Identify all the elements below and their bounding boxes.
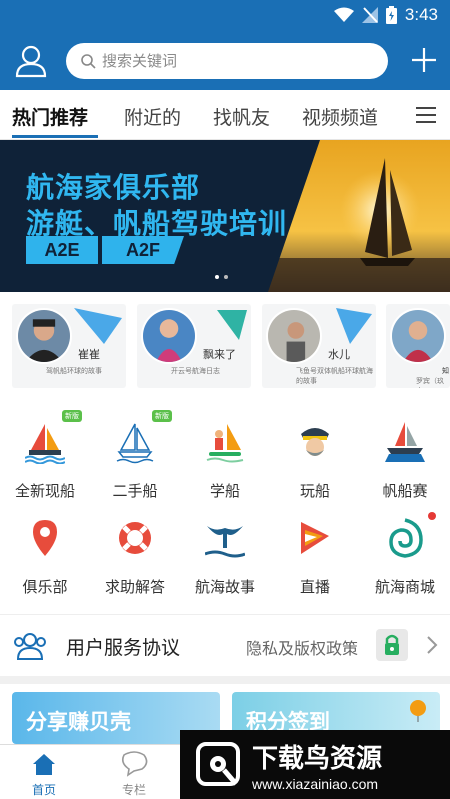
- user-profile-icon[interactable]: [14, 44, 48, 78]
- grid-item-regatta[interactable]: 帆船赛: [360, 404, 450, 500]
- grid-label: 求助解答: [104, 578, 165, 596]
- grid-label: 二手船: [112, 482, 158, 500]
- captain-icon: [301, 428, 329, 456]
- users-icon: [14, 633, 46, 660]
- search-icon: [81, 54, 96, 69]
- active-tab-indicator: [12, 135, 98, 138]
- site-watermark: 下载鸟资源 www.xiazainiao.com: [180, 730, 450, 799]
- search-bar[interactable]: [66, 43, 388, 79]
- new-badge: 新版: [62, 410, 82, 422]
- tab-find-sailors[interactable]: 找帆友: [213, 103, 270, 130]
- lock-badge: [376, 629, 408, 661]
- nav-label: 专栏: [121, 783, 146, 797]
- category-tabs: 热门推荐 附近的 找帆友 视频频道: [0, 90, 450, 140]
- story-desc: 罗宾（玖大: [416, 377, 444, 388]
- promo-banner[interactable]: 航海家俱乐部 游艇、帆船驾驶培训 A2E A2F: [0, 140, 450, 292]
- banner-title: 航海家俱乐部: [26, 171, 201, 204]
- clock: 3:43: [404, 5, 438, 24]
- decor-triangle-icon: [217, 310, 247, 340]
- grid-item-help[interactable]: 求助解答: [90, 500, 180, 596]
- watermark-url: www.xiazainiao.com: [252, 776, 379, 792]
- feature-grid: 新版 全新现船 新版 二手船 学船 玩船 帆船赛 俱乐部 求助解答 航海故事 直…: [0, 404, 450, 604]
- menu-icon[interactable]: [416, 106, 436, 124]
- shell-icon: [389, 518, 423, 558]
- sailboat-waves-icon: [25, 424, 65, 464]
- avatar: [390, 308, 446, 364]
- story-card[interactable]: 崔崔 驾帆船环球的故事: [12, 304, 126, 388]
- grid-item-live[interactable]: 直播: [270, 500, 360, 596]
- watermark-logo: [196, 742, 240, 786]
- avatar: [16, 308, 72, 364]
- sailboat-outline-icon: [116, 423, 154, 464]
- location-pin-icon: [33, 520, 57, 556]
- carousel-dots: [215, 275, 228, 279]
- grid-item-shop[interactable]: 航海商城: [360, 500, 450, 596]
- banner-tag-a2e: A2E: [26, 236, 98, 264]
- live-sail-icon: [301, 522, 329, 554]
- grid-item-club[interactable]: 俱乐部: [0, 500, 90, 596]
- story-author: 崔崔: [78, 348, 100, 361]
- avatar: [266, 308, 322, 364]
- chevron-right-icon[interactable]: [426, 635, 438, 655]
- chat-bubble-icon: [122, 751, 148, 777]
- story-author: 飘来了: [203, 348, 236, 361]
- lock-icon: [385, 634, 399, 655]
- grid-label: 俱乐部: [22, 578, 68, 596]
- story-card[interactable]: 知 罗宾（玖大: [386, 304, 450, 388]
- tab-video-channel[interactable]: 视频频道: [302, 103, 378, 130]
- status-bar: 3:43: [0, 0, 450, 32]
- search-input[interactable]: [102, 52, 372, 70]
- story-desc: 飞鱼号双体帆船环球航海的故事: [296, 367, 373, 385]
- battery-charging-icon: [385, 6, 397, 24]
- grid-item-new-boats[interactable]: 新版 全新现船: [0, 404, 90, 500]
- watermark-title: 下载鸟资源: [252, 744, 383, 774]
- story-card[interactable]: 飘来了 开云号航海日志: [137, 304, 251, 388]
- banner-tag-a2f: A2F: [102, 236, 184, 264]
- story-author: 知: [442, 367, 449, 375]
- signal-off-icon: [361, 7, 378, 23]
- avatar: [141, 308, 197, 364]
- grid-label: 玩船: [299, 482, 330, 500]
- top-bar: [0, 32, 450, 90]
- agreement-row[interactable]: 用户服务协议 隐私及版权政策: [0, 614, 450, 676]
- grid-label: 帆船赛: [382, 482, 428, 500]
- wifi-icon: [333, 7, 354, 22]
- grid-label: 全新现船: [14, 482, 75, 500]
- add-icon[interactable]: [410, 46, 438, 74]
- grid-item-play-boats[interactable]: 玩船: [270, 404, 360, 500]
- grid-item-used-boats[interactable]: 新版 二手船: [90, 404, 180, 500]
- grid-label: 学船: [209, 482, 240, 500]
- privacy-policy-link[interactable]: 隐私及版权政策: [246, 635, 358, 659]
- new-badge: 新版: [152, 410, 172, 422]
- grid-item-learn-sailing[interactable]: 学船: [180, 404, 270, 500]
- grid-item-sailing-stories[interactable]: 航海故事: [180, 500, 270, 596]
- grid-label: 航海商城: [374, 578, 435, 596]
- nav-column[interactable]: 专栏: [104, 749, 164, 799]
- card-label: 分享赚贝壳: [26, 710, 131, 734]
- race-boat-icon: [385, 422, 425, 462]
- story-author: 水儿: [328, 348, 350, 361]
- lifebuoy-icon: [119, 522, 151, 554]
- windsurf-icon: [206, 424, 244, 463]
- whale-tail-icon: [205, 526, 245, 558]
- tab-nearby[interactable]: 附近的: [124, 103, 181, 130]
- decor-triangle-icon: [74, 308, 122, 344]
- story-desc: 开云号航海日志: [171, 367, 220, 375]
- agreement-title[interactable]: 用户服务协议: [66, 633, 180, 660]
- story-card[interactable]: 水儿 飞鱼号双体帆船环球航海的故事: [262, 304, 376, 388]
- grid-label: 航海故事: [194, 578, 255, 596]
- nav-home[interactable]: 首页: [14, 749, 74, 799]
- tab-hot-recommend[interactable]: 热门推荐: [12, 103, 88, 130]
- decor-triangle-icon: [336, 308, 372, 344]
- section-divider: [0, 676, 450, 684]
- story-desc: 驾帆船环球的故事: [46, 367, 102, 375]
- grid-label: 直播: [299, 578, 330, 596]
- notification-dot: [428, 512, 436, 520]
- nav-label: 首页: [31, 783, 56, 797]
- balloon-icon: [410, 700, 426, 722]
- home-icon: [33, 754, 55, 775]
- sailor-stories: 崔崔 驾帆船环球的故事 飘来了 开云号航海日志 水儿 飞鱼号双体帆船环球航海的故…: [0, 292, 450, 392]
